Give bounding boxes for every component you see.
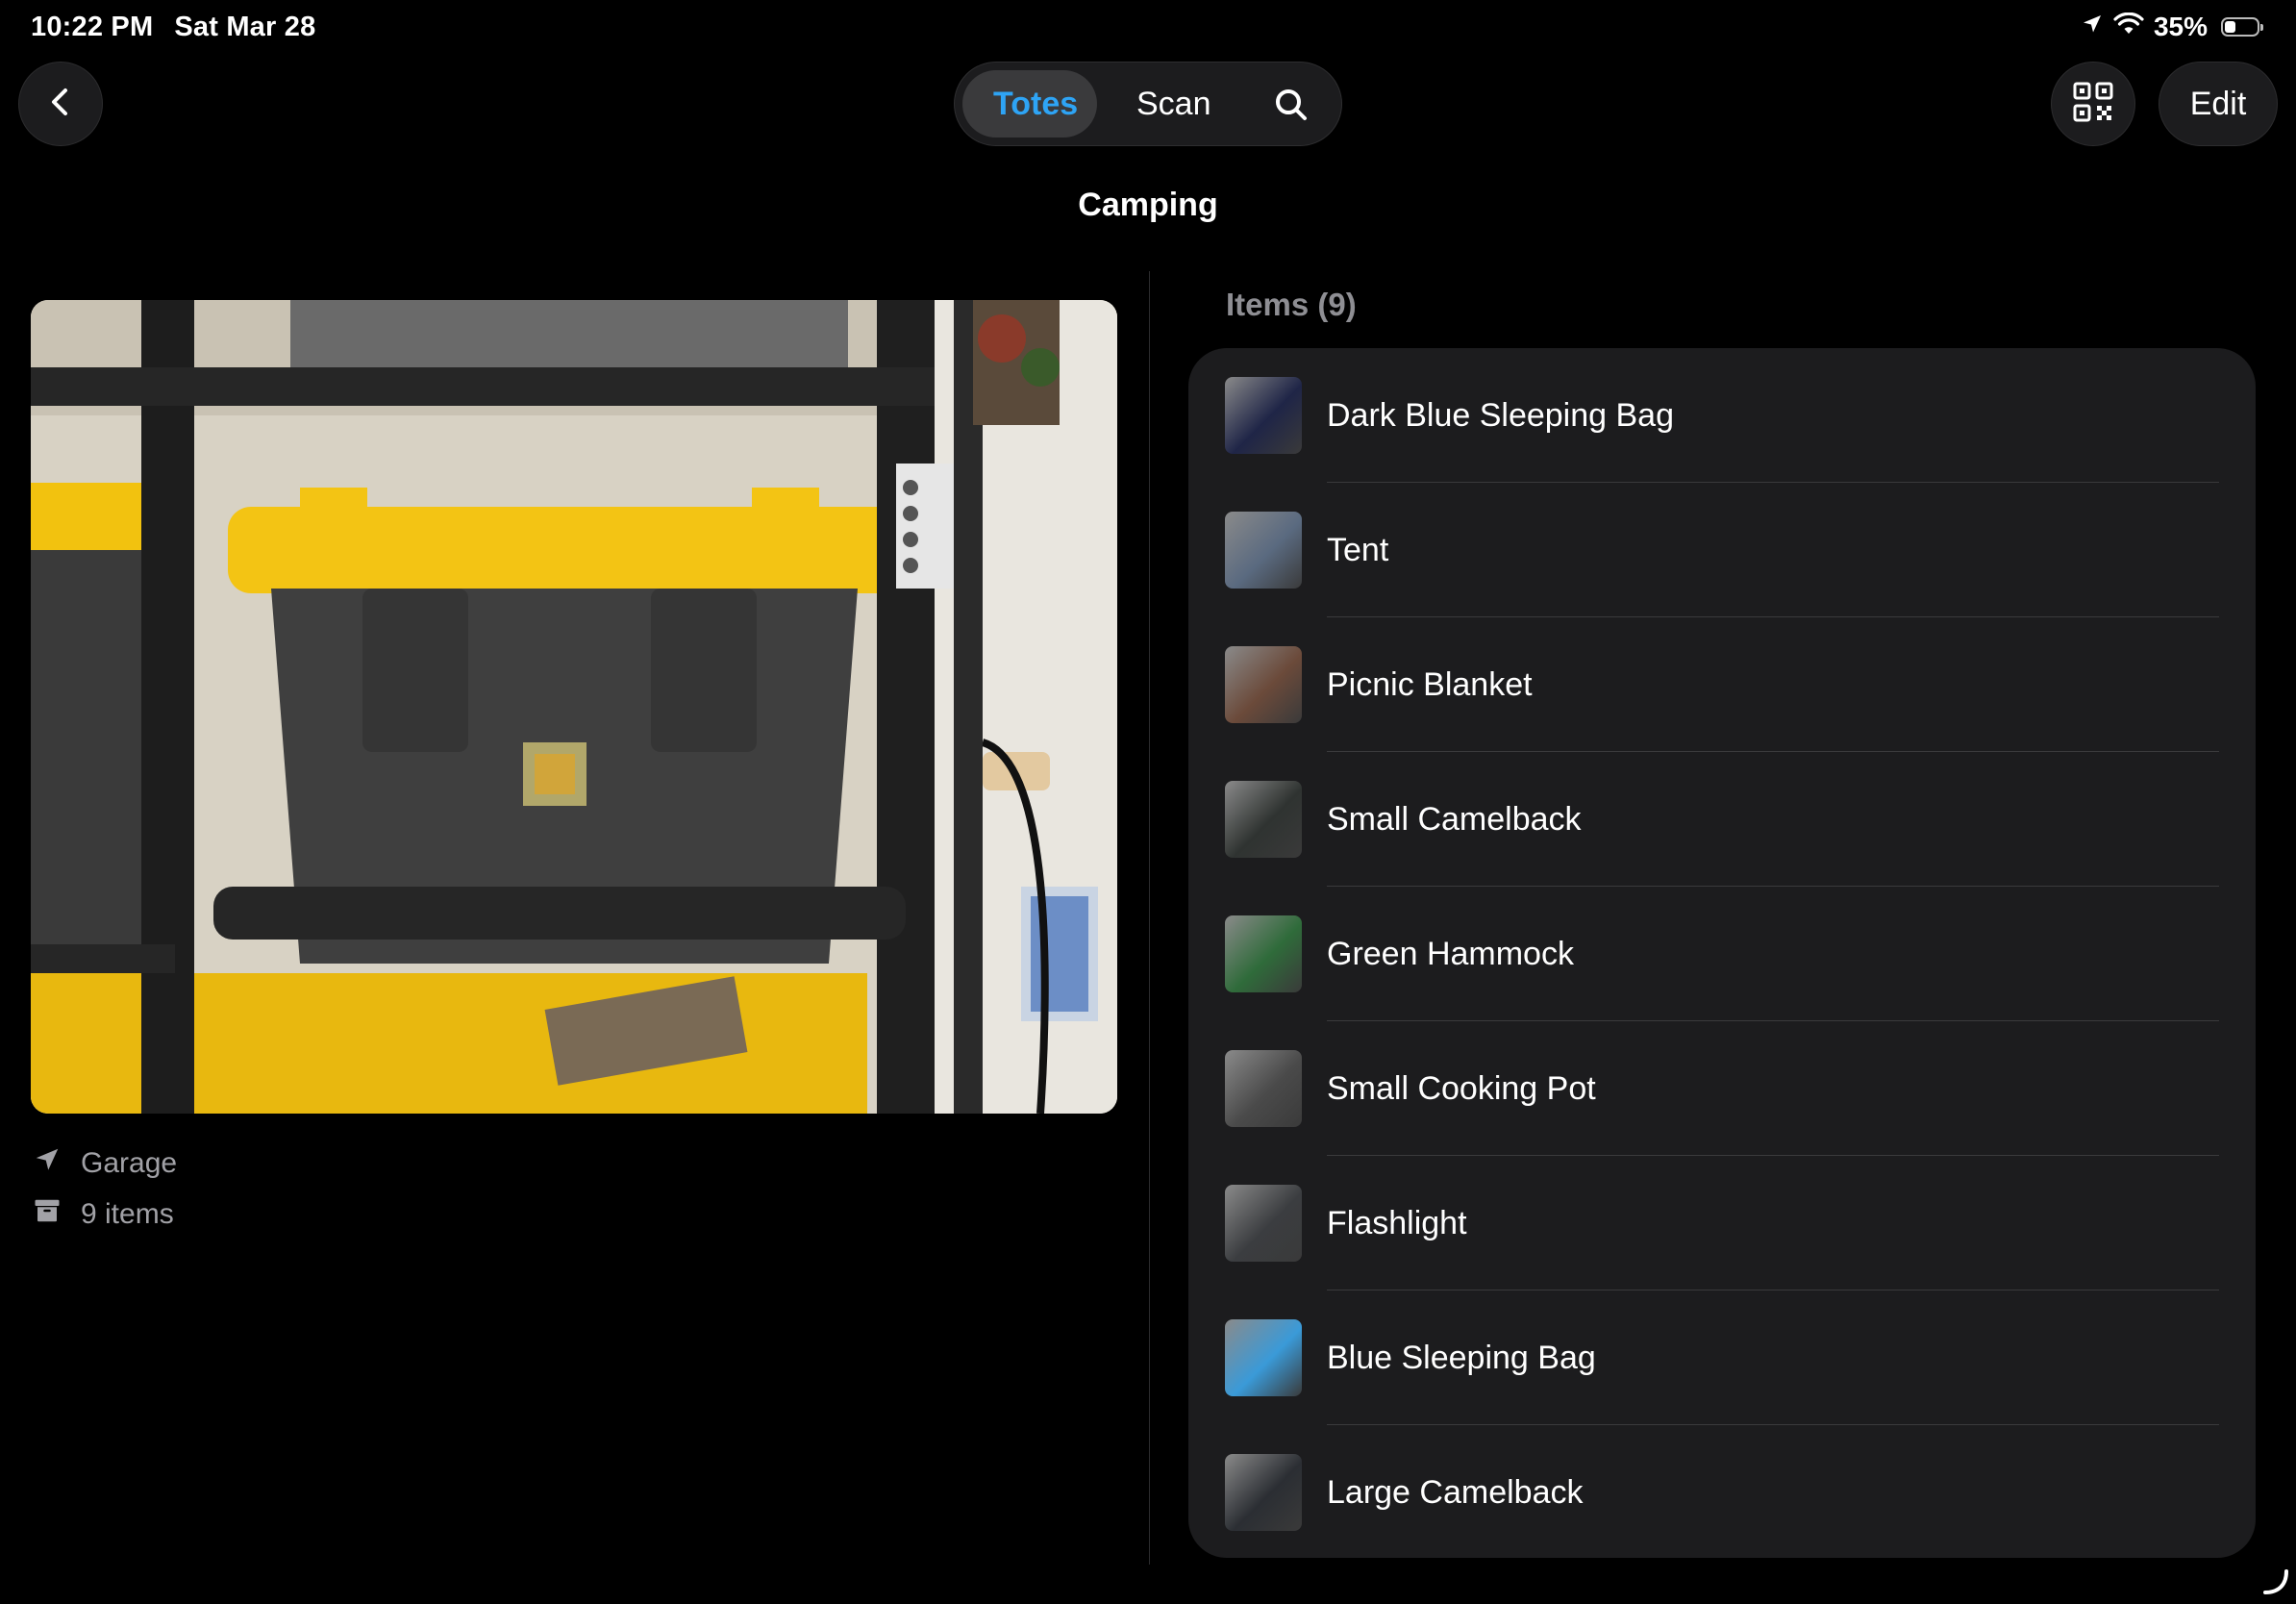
list-item[interactable]: Flashlight [1188,1156,2256,1291]
item-name: Flashlight [1327,1205,1467,1241]
item-thumbnail [1225,781,1302,858]
qr-code-icon [2072,81,2114,128]
tab-scan[interactable]: Scan [1136,63,1211,145]
item-thumbnail [1225,1050,1302,1127]
item-name: Small Cooking Pot [1327,1070,1596,1107]
status-bar-left: 10:22 PM Sat Mar 28 [31,12,315,43]
item-name: Dark Blue Sleeping Bag [1327,397,1675,434]
edit-button[interactable]: Edit [2159,62,2278,146]
item-thumbnail [1225,377,1302,454]
item-name: Tent [1327,532,1389,568]
battery-icon [2221,17,2263,37]
status-date: Sat Mar 28 [174,12,316,42]
segmented-control: Totes Scan [954,62,1342,146]
status-bar-right: 35% [2081,12,2263,42]
item-thumbnail [1225,1185,1302,1262]
tote-location: Garage [33,1145,177,1182]
archive-box-icon [33,1196,62,1233]
list-item[interactable]: Tent [1188,483,2256,617]
tote-photo[interactable] [31,300,1117,1114]
wifi-icon [2113,12,2144,42]
list-item[interactable]: Small Camelback [1188,752,2256,887]
back-button[interactable] [18,62,103,146]
item-name: Large Camelback [1327,1474,1584,1511]
item-name: Small Camelback [1327,801,1582,838]
items-list: Dark Blue Sleeping Bag Tent Picnic Blanket… [1188,348,2256,1558]
resize-handle-icon[interactable] [2259,1566,2290,1596]
tote-location-label: Garage [81,1147,178,1179]
item-thumbnail [1225,1319,1302,1396]
list-item[interactable]: Green Hammock [1188,887,2256,1021]
pane-divider [1149,271,1150,1565]
item-thumbnail [1225,646,1302,723]
chevron-left-icon [41,83,80,126]
tab-totes[interactable]: Totes [993,63,1078,145]
item-name: Picnic Blanket [1327,666,1533,703]
item-thumbnail [1225,1454,1302,1531]
tote-photo-image [31,300,1117,1114]
tote-item-count-label: 9 items [81,1198,174,1230]
location-arrow-icon [33,1145,62,1182]
list-item[interactable]: Large Camelback [1188,1425,2256,1558]
battery-percent: 35% [2153,12,2208,41]
list-item[interactable]: Blue Sleeping Bag [1188,1291,2256,1425]
item-thumbnail [1225,915,1302,992]
location-arrow-icon [2081,12,2104,42]
qr-code-button[interactable] [2051,62,2135,146]
items-header: Items (9) [1226,287,1357,322]
item-thumbnail [1225,512,1302,589]
item-name: Blue Sleeping Bag [1327,1340,1596,1376]
item-name: Green Hammock [1327,936,1574,972]
tote-item-count: 9 items [33,1196,174,1233]
page-title: Camping [1078,187,1218,223]
list-item[interactable]: Small Cooking Pot [1188,1021,2256,1156]
list-item[interactable]: Picnic Blanket [1188,617,2256,752]
search-icon[interactable] [1272,86,1310,124]
list-item[interactable]: Dark Blue Sleeping Bag [1188,348,2256,483]
battery-fill [2225,21,2235,33]
status-time: 10:22 PM [31,12,154,42]
